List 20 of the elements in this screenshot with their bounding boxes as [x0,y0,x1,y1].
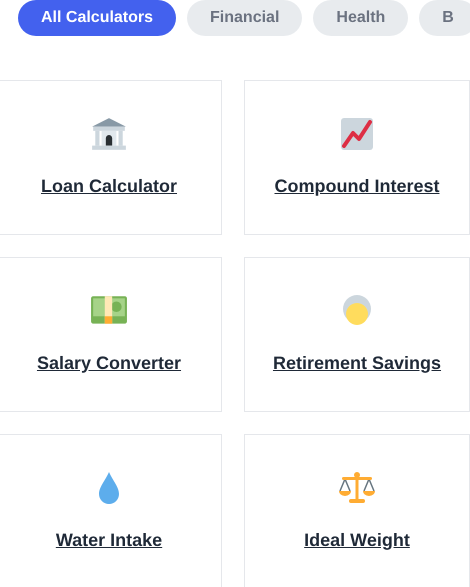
filter-tab[interactable]: Health [313,0,408,36]
calculator-link[interactable]: Ideal Weight [304,530,410,551]
filter-tab[interactable]: All Calculators [18,0,176,36]
chart-up-icon [339,116,375,152]
balance-scale-icon [339,471,375,505]
calculator-card[interactable]: Loan Calculator [0,80,222,235]
filter-tab[interactable]: Financial [187,0,302,36]
filter-tab[interactable]: B [419,0,470,36]
calculator-link[interactable]: Water Intake [56,530,162,551]
calculator-link[interactable]: Retirement Savings [272,353,442,374]
calculator-card[interactable]: Water Intake [0,434,222,587]
calculator-link[interactable]: Salary Converter [36,353,182,374]
calculator-card[interactable]: Ideal Weight [244,434,470,587]
water-drop-icon [97,471,121,505]
calculator-link[interactable]: Compound Interest [274,176,440,197]
calculator-link[interactable]: Loan Calculator [40,176,178,197]
calculator-card[interactable]: Retirement Savings [244,257,470,412]
bank-icon [90,116,128,152]
calculator-card[interactable]: Salary Converter [0,257,222,412]
calculator-card[interactable]: Compound Interest [244,80,470,235]
